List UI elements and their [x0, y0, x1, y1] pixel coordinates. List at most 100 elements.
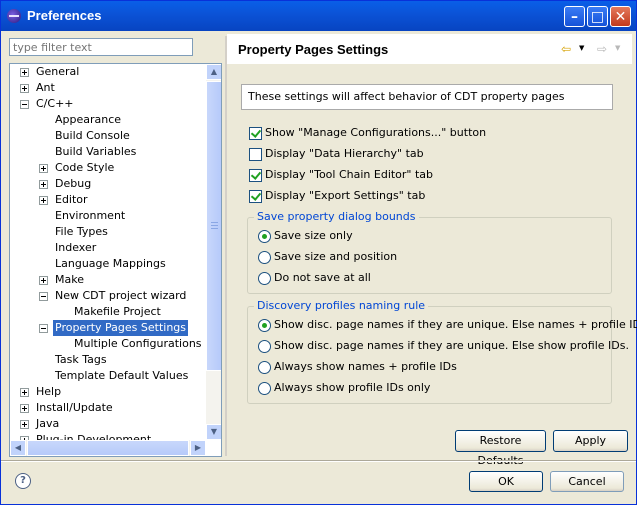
title-bar[interactable]: Preferences – □ ✕	[1, 1, 636, 31]
radio-circle[interactable]	[258, 361, 271, 374]
help-icon[interactable]: ?	[15, 473, 31, 489]
eclipse-icon	[7, 9, 21, 23]
cancel-button[interactable]: Cancel	[550, 471, 624, 492]
tree-item-label: Editor	[55, 193, 88, 206]
tree-item[interactable]: C/C++	[10, 96, 206, 112]
tree-item[interactable]: Java	[10, 416, 206, 432]
tree-item-label: Appearance	[55, 113, 122, 126]
tree-item[interactable]: General	[10, 64, 206, 80]
tree-item[interactable]: Editor	[10, 192, 206, 208]
scroll-left-button[interactable]: ◀	[10, 440, 26, 456]
window-title: Preferences	[27, 8, 102, 23]
tree-item[interactable]: Appearance	[10, 112, 206, 128]
restore-defaults-button[interactable]: Restore Defaults	[455, 430, 546, 467]
scroll-right-button[interactable]: ▶	[190, 440, 206, 456]
tree-item-label: Makefile Project	[74, 305, 161, 318]
radio-circle[interactable]	[258, 251, 271, 264]
tree-item[interactable]: Multiple Configurations Edit	[10, 336, 221, 352]
expand-icon[interactable]	[39, 276, 48, 285]
scroll-up-button[interactable]: ▲	[206, 64, 221, 80]
forward-arrow-icon[interactable]: ⇨	[597, 42, 607, 56]
dialog-bounds-group: Save property dialog bounds Save size on…	[247, 210, 612, 294]
tree-item[interactable]: Make	[10, 272, 206, 288]
checkbox-box[interactable]	[249, 190, 262, 203]
collapse-icon[interactable]	[20, 100, 29, 109]
tree-item-label: Make	[55, 273, 84, 286]
checkbox-box[interactable]	[249, 169, 262, 182]
radio-circle[interactable]	[258, 319, 271, 332]
chevron-right-icon: ▶	[194, 443, 202, 452]
tree-items: General Ant C/C++ Appearance Build Console Bu…	[10, 64, 221, 448]
collapse-icon[interactable]	[39, 324, 48, 333]
checkbox-box[interactable]	[249, 127, 262, 140]
chevron-left-icon: ◀	[14, 443, 22, 452]
tree-item[interactable]: Help	[10, 384, 206, 400]
tree-item-label: Property Pages Settings	[53, 320, 189, 336]
tree-horizontal-scrollbar[interactable]: ◀ ▶	[10, 440, 206, 456]
preference-tree[interactable]: General Ant C/C++ Appearance Build Console Bu…	[9, 63, 222, 457]
page-header: Property Pages Settings ⇦ ▼ ⇨ ▼	[227, 34, 632, 64]
tree-item-label: Code Style	[55, 161, 115, 174]
radio-circle[interactable]	[258, 382, 271, 395]
tree-item-label: Multiple Configurations Edit	[74, 337, 222, 350]
maximize-icon: □	[590, 9, 605, 25]
tree-item-label: Java	[36, 417, 60, 430]
page-title: Property Pages Settings	[238, 42, 389, 57]
apply-button[interactable]: Apply	[553, 430, 628, 452]
filter-input[interactable]	[9, 38, 193, 56]
tree-item[interactable]: Template Default Values	[10, 368, 206, 384]
close-button[interactable]: ✕	[610, 6, 631, 27]
tree-item[interactable]: Build Variables	[10, 144, 206, 160]
tree-item[interactable]: Ant	[10, 80, 206, 96]
expand-icon[interactable]	[20, 404, 29, 413]
expand-icon[interactable]	[20, 388, 29, 397]
tree-item-label: C/C++	[36, 97, 74, 110]
tree-item[interactable]: Language Mappings	[10, 256, 206, 272]
tree-item[interactable]: Install/Update	[10, 400, 206, 416]
tree-item[interactable]: New CDT project wizard	[10, 288, 206, 304]
forward-history-chevron-icon[interactable]: ▼	[615, 44, 620, 52]
tree-item[interactable]: Build Console	[10, 128, 206, 144]
tree-item-label: Debug	[55, 177, 92, 190]
expand-icon[interactable]	[20, 84, 29, 93]
back-history-chevron-icon[interactable]: ▼	[579, 44, 584, 52]
expand-icon[interactable]	[39, 180, 48, 189]
expand-icon[interactable]	[39, 196, 48, 205]
tree-item[interactable]: Code Style	[10, 160, 206, 176]
tree-item-label: Ant	[36, 81, 55, 94]
tree-item-label: Task Tags	[55, 353, 107, 366]
expand-icon[interactable]	[20, 420, 29, 429]
horizontal-scroll-thumb[interactable]	[27, 440, 189, 456]
tree-item[interactable]: Environment	[10, 208, 206, 224]
back-arrow-icon[interactable]: ⇦	[561, 42, 571, 56]
tree-item-label: New CDT project wizard	[55, 289, 187, 302]
radio-circle[interactable]	[258, 272, 271, 285]
group-title: Discovery profiles naming rule	[254, 299, 429, 312]
minimize-icon: –	[571, 9, 578, 25]
tree-item[interactable]: Property Pages Settings	[10, 320, 206, 336]
radio-circle[interactable]	[258, 230, 271, 243]
naming-rule-group: Discovery profiles naming rule Show disc…	[247, 299, 637, 404]
checkbox-box[interactable]	[249, 148, 262, 161]
maximize-button[interactable]: □	[587, 6, 608, 27]
vertical-scroll-thumb[interactable]	[206, 81, 221, 371]
expand-icon[interactable]	[20, 68, 29, 77]
tree-vertical-scrollbar[interactable]: ▲ ▼	[206, 64, 221, 440]
collapse-icon[interactable]	[39, 292, 48, 301]
tree-item[interactable]: Makefile Project	[10, 304, 206, 320]
minimize-button[interactable]: –	[564, 6, 585, 27]
tree-item[interactable]: Indexer	[10, 240, 206, 256]
tree-item[interactable]: File Types	[10, 224, 206, 240]
expand-icon[interactable]	[39, 164, 48, 173]
ok-button[interactable]: OK	[469, 471, 543, 492]
tree-item-label: Install/Update	[36, 401, 113, 414]
tree-item[interactable]: Debug	[10, 176, 206, 192]
tree-item-label: Build Variables	[55, 145, 137, 158]
scroll-down-button[interactable]: ▼	[206, 424, 221, 440]
settings-page: These settings will affect behavior of C…	[227, 64, 637, 467]
radio-circle[interactable]	[258, 340, 271, 353]
grip-icon	[211, 222, 218, 231]
tree-item-label: Template Default Values	[55, 369, 189, 382]
tree-item-label: Language Mappings	[55, 257, 166, 270]
tree-item[interactable]: Task Tags	[10, 352, 206, 368]
